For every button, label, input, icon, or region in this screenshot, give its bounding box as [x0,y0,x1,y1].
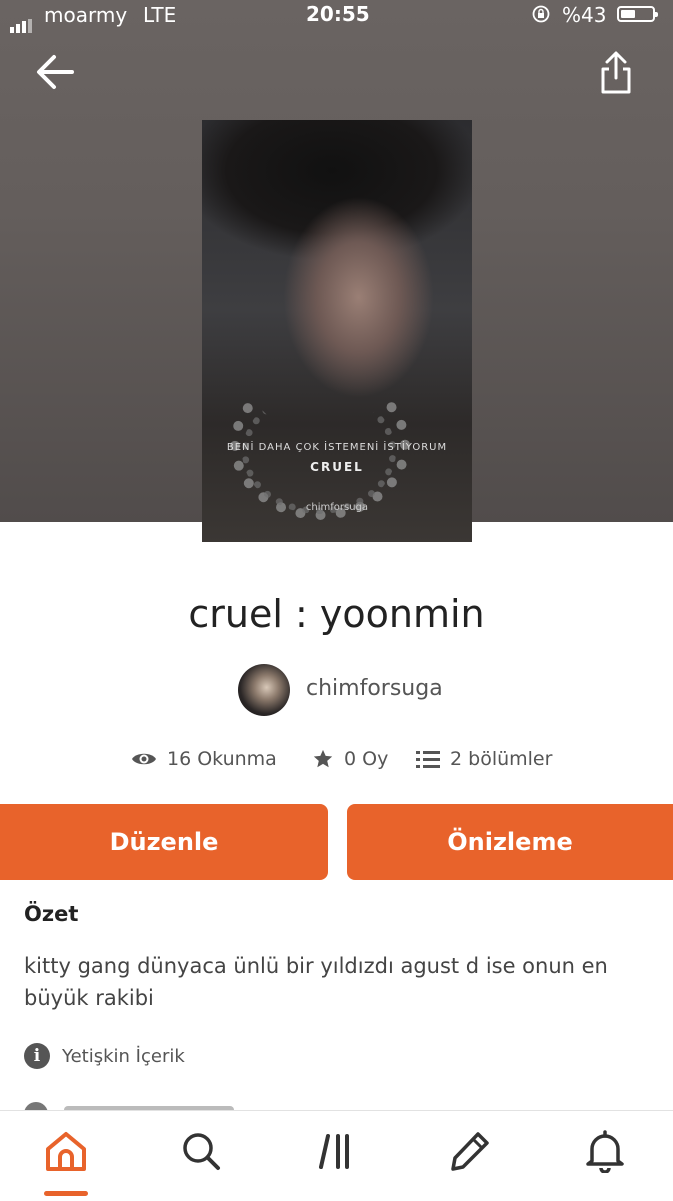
list-icon [416,751,440,768]
nav-library[interactable] [306,1129,366,1189]
battery-percent: %43 [562,3,607,27]
summary-text: kitty gang dünyaca ünlü bir yıldızdı agu… [24,954,608,1010]
reads-stat: 16 Okunma [131,748,277,770]
reads-count: 16 Okunma [167,748,277,770]
book-cover[interactable]: BENİ DAHA ÇOK İSTEMENİ İSTİYORUM CRUEL c… [202,120,472,542]
nav-active-indicator [44,1191,88,1196]
votes-count: 0 Oy [344,748,389,770]
author-name[interactable]: chimforsuga [306,676,443,701]
network-type: LTE [143,3,177,27]
battery-icon [617,6,658,22]
cover-title: CRUEL [310,460,364,474]
info-icon: i [24,1043,50,1069]
story-stats: 16 Okunma 0 Oy 2 bölümler [0,748,673,778]
nav-write[interactable] [440,1129,500,1189]
preview-button[interactable]: Önizleme [347,804,673,880]
story-title: cruel : yoonmin [188,592,485,636]
share-icon[interactable] [598,50,634,96]
avatar[interactable] [238,664,290,716]
bell-icon [586,1130,624,1173]
nav-home[interactable] [36,1129,96,1189]
cover-author: chimforsuga [305,502,369,513]
search-icon [183,1133,220,1170]
nav-notifications[interactable] [575,1129,635,1189]
pencil-icon [451,1132,489,1171]
carrier-name: moarmy [44,3,128,27]
votes-stat: 0 Oy [312,748,388,770]
mature-content-label: Yetişkin İçerik [62,1045,185,1067]
rotation-lock-icon [532,5,550,23]
mature-content-tag: i Yetişkin İçerik [24,1042,185,1070]
cover-subtitle: BENİ DAHA ÇOK İSTEMENİ İSTİYORUM [226,442,448,453]
library-icon [319,1134,349,1169]
home-icon [46,1132,86,1171]
bottom-nav [0,1110,673,1201]
summary-heading: Özet [24,902,79,926]
status-bar: moarmy LTE 20:55 %43 [0,0,673,33]
parts-count: 2 bölümler [450,748,553,770]
star-icon [313,749,333,768]
signal-icon [10,9,34,33]
eye-icon [132,753,156,765]
parts-stat: 2 bölümler [416,748,552,770]
clock: 20:55 [306,2,370,26]
back-arrow-icon[interactable] [34,52,76,92]
nav-search[interactable] [171,1129,231,1189]
edit-button[interactable]: Düzenle [0,804,328,880]
